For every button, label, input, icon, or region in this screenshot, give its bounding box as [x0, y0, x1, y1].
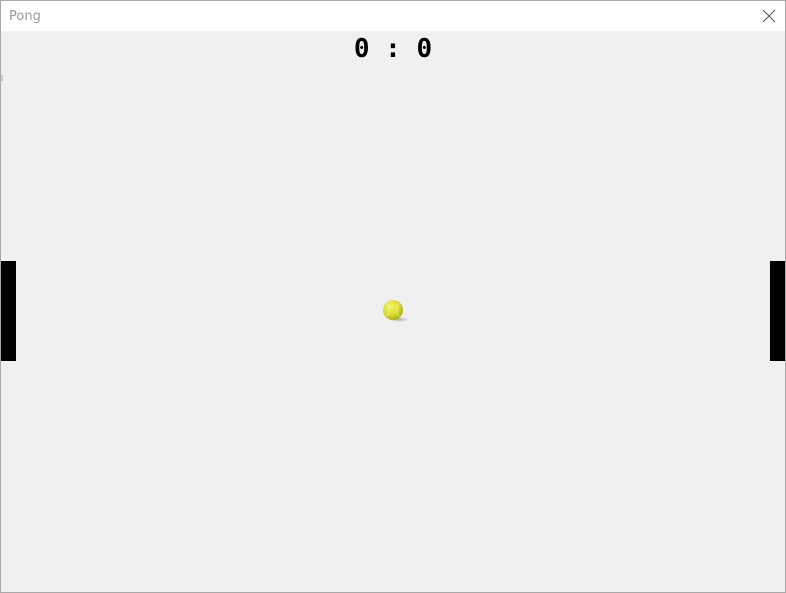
window-title: Pong — [9, 9, 41, 24]
close-button[interactable] — [753, 1, 785, 31]
scoreboard: 0 : 0 — [353, 34, 433, 64]
ball — [381, 299, 411, 323]
title-bar[interactable]: Pong — [1, 1, 785, 31]
right-paddle — [770, 261, 785, 361]
close-icon — [762, 9, 776, 23]
game-canvas[interactable]: 0 : 0 — [1, 31, 785, 592]
edge-marker — [1, 75, 3, 81]
tennis-ball-icon — [383, 300, 409, 322]
left-paddle — [1, 261, 16, 361]
pong-window: Pong 0 : 0 — [0, 0, 786, 593]
